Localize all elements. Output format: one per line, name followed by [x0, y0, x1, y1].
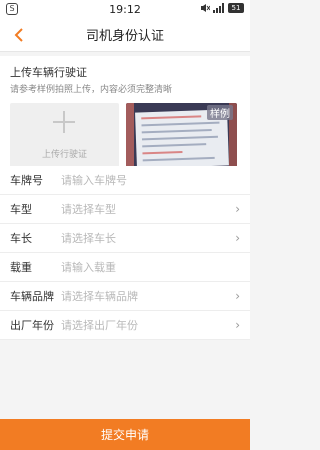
status-time: 19:12 — [109, 2, 141, 16]
upload-box-label: 上传行驶证 — [41, 150, 87, 160]
submit-button[interactable]: 提交申请 — [0, 419, 250, 450]
load-input[interactable]: 请输入载重 — [61, 259, 116, 275]
year-select[interactable]: 请选择出厂年份 — [61, 317, 138, 333]
form-label: 车辆品牌 — [10, 290, 54, 303]
sample-image[interactable]: 样例 — [126, 103, 237, 173]
upload-title: 上传车辆行驶证 — [10, 66, 87, 79]
form-label: 出厂年份 — [10, 319, 54, 332]
status-bar: S 19:12 51 — [0, 0, 250, 18]
back-button[interactable] — [10, 26, 28, 44]
brand-select[interactable]: 请选择车辆品牌 — [61, 288, 138, 304]
sample-border-left — [126, 103, 134, 173]
upload-section: 上传车辆行驶证 请参考样例拍照上传，内容必须完整清晰 上传行驶证 样例 — [0, 56, 250, 178]
back-arrow-icon — [14, 28, 23, 42]
upload-subtitle: 请参考样例拍照上传，内容必须完整清晰 — [10, 85, 173, 95]
app-notification-icon: S — [6, 3, 18, 15]
form-label: 车长 — [10, 232, 32, 245]
mute-icon — [201, 4, 210, 12]
chevron-right-icon: › — [235, 289, 240, 303]
form-row-load[interactable]: 载重 请输入载重 — [0, 253, 250, 282]
sample-badge: 样例 — [207, 105, 233, 120]
vehicle-type-select[interactable]: 请选择车型 — [61, 201, 116, 217]
plate-input[interactable]: 请输入车牌号 — [61, 172, 127, 188]
form-row-year[interactable]: 出厂年份 请选择出厂年份 › — [0, 311, 250, 340]
form-row-plate[interactable]: 车牌号 请输入车牌号 — [0, 166, 250, 195]
battery-icon: 51 — [228, 3, 244, 13]
chevron-right-icon: › — [235, 231, 240, 245]
nav-bar: 司机身份认证 — [0, 18, 250, 52]
form-label: 车型 — [10, 203, 32, 216]
upload-license-button[interactable]: 上传行驶证 — [10, 103, 119, 173]
vehicle-length-select[interactable]: 请选择车长 — [61, 230, 116, 246]
plus-icon — [53, 111, 75, 133]
vehicle-form: 车牌号 请输入车牌号 车型 请选择车型 › 车长 请选择车长 › 载重 请输入载… — [0, 166, 250, 340]
signal-icon — [213, 3, 225, 13]
form-label: 载重 — [10, 261, 32, 274]
chevron-right-icon: › — [235, 202, 240, 216]
chevron-right-icon: › — [235, 318, 240, 332]
status-icons: 51 — [200, 3, 244, 13]
page-title: 司机身份认证 — [85, 29, 164, 44]
form-row-vehicle-length[interactable]: 车长 请选择车长 › — [0, 224, 250, 253]
form-row-vehicle-type[interactable]: 车型 请选择车型 › — [0, 195, 250, 224]
form-row-brand[interactable]: 车辆品牌 请选择车辆品牌 › — [0, 282, 250, 311]
form-label: 车牌号 — [10, 174, 43, 187]
